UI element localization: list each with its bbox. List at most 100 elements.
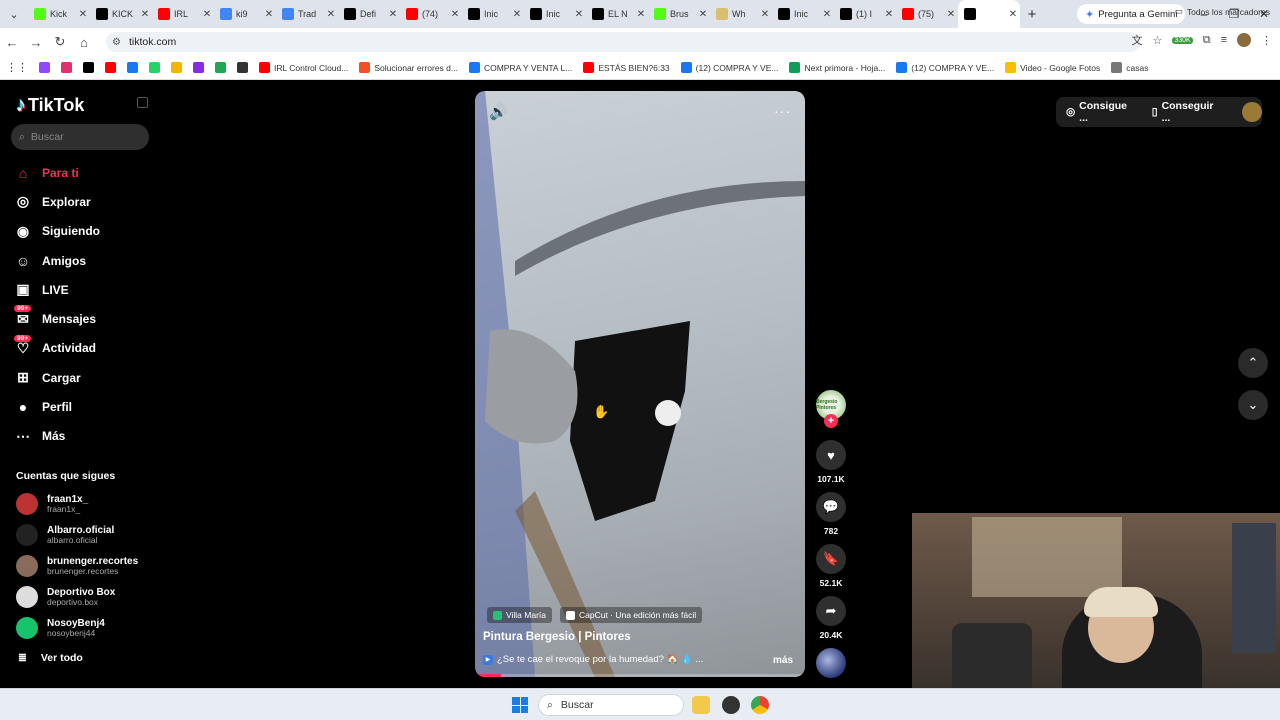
sidebar-item-activity[interactable]: ♡ 99+ Actividad: [14, 334, 154, 363]
bookmark-item[interactable]: (12) COMPRA Y VE...: [896, 62, 994, 73]
bookmark-star-icon[interactable]: ☆: [1152, 34, 1162, 47]
bookmark-item[interactable]: IRL Control Cloud...: [259, 62, 348, 73]
location-tag[interactable]: Villa María: [487, 607, 552, 623]
followed-account[interactable]: Albarro.oficial albarro.oficial: [16, 524, 114, 546]
extensions-icon[interactable]: ⧉: [1203, 34, 1211, 47]
close-tab-icon[interactable]: ✕: [138, 9, 152, 20]
close-tab-icon[interactable]: ✕: [696, 9, 710, 20]
bookmark-item[interactable]: [193, 62, 204, 73]
browser-tab[interactable]: Inic ✕: [462, 0, 524, 28]
followed-account[interactable]: brunenger.recortes brunenger.recortes: [16, 555, 138, 577]
sidebar-item-friends[interactable]: ☺ Amigos: [14, 246, 154, 275]
browser-tab[interactable]: Kick ✕: [28, 0, 90, 28]
bookmark-item[interactable]: [127, 62, 138, 73]
save-action[interactable]: 🔖 52.1K: [816, 544, 846, 588]
close-tab-icon[interactable]: ✕: [758, 9, 772, 20]
close-tab-icon[interactable]: ✕: [200, 9, 214, 20]
close-tab-icon[interactable]: ✕: [634, 9, 648, 20]
menu-icon[interactable]: ⋮: [1261, 34, 1272, 47]
sidebar-item-upload[interactable]: ⊞ Cargar: [14, 363, 154, 392]
home-button[interactable]: ⌂: [72, 35, 96, 50]
bookmark-item[interactable]: Next primora - Hoja...: [789, 62, 885, 73]
capcut-tag[interactable]: CapCut · Una edición más fácil: [560, 607, 703, 623]
browser-tab[interactable]: Defi ✕: [338, 0, 400, 28]
followed-account[interactable]: Deportivo Box deportivo.box: [16, 586, 115, 608]
bookmark-item[interactable]: [149, 62, 160, 73]
bookmark-item[interactable]: [237, 62, 248, 73]
reload-button[interactable]: ↻: [48, 34, 72, 50]
bookmark-item[interactable]: [171, 62, 182, 73]
browser-tab[interactable]: (1) I ✕: [834, 0, 896, 28]
sidebar-item-home[interactable]: ⌂ Para ti: [14, 158, 154, 187]
browser-tab[interactable]: Inic ✕: [772, 0, 834, 28]
share-icon[interactable]: ➦: [816, 596, 846, 626]
windows-start-icon[interactable]: [512, 697, 528, 713]
bookmark-item[interactable]: [61, 62, 72, 73]
tiktok-logo[interactable]: ♪ TikTok: [16, 94, 84, 117]
bookmark-item[interactable]: COMPRA Y VENTA L...: [468, 62, 572, 73]
close-tab-icon[interactable]: ✕: [572, 9, 586, 20]
volume-icon[interactable]: 🔊: [489, 103, 508, 121]
translate-icon[interactable]: 文: [1131, 32, 1142, 48]
user-avatar[interactable]: [1242, 102, 1262, 122]
previous-video-chevron-up-icon[interactable]: ⌃: [1238, 348, 1268, 378]
close-tab-icon[interactable]: ✕: [882, 9, 896, 20]
get-coins-button[interactable]: ◎ Consigue ...: [1066, 100, 1138, 124]
media-icon[interactable]: ≡: [1221, 34, 1227, 46]
browser-tab[interactable]: (75) ✕: [896, 0, 958, 28]
followed-account[interactable]: NosoyBenj4 nosoybenj44: [16, 617, 105, 639]
tab-search-dropdown-icon[interactable]: ⌄: [0, 8, 28, 21]
sidebar-item-profile[interactable]: ● Perfil: [14, 392, 154, 421]
obs-icon[interactable]: [722, 696, 740, 714]
browser-tab[interactable]: EL N ✕: [586, 0, 648, 28]
browser-tab[interactable]: (74) ✕: [400, 0, 462, 28]
more-options-icon[interactable]: ···: [774, 103, 791, 119]
video-player[interactable]: 🔊 ··· ✋ Villa María CapCut · Una edición …: [475, 91, 805, 677]
get-app-button[interactable]: ▯ Conseguir ...: [1152, 100, 1224, 124]
like-action[interactable]: ♥ 107.1K: [816, 440, 846, 484]
close-tab-icon[interactable]: ✕: [324, 9, 338, 20]
bookmark-item[interactable]: Video - Google Fotos: [1005, 62, 1100, 73]
browser-tab[interactable]: ki9 ✕: [214, 0, 276, 28]
bookmark-item[interactable]: [39, 62, 50, 73]
follow-plus-button[interactable]: +: [824, 414, 838, 428]
sidebar-item-following[interactable]: ◉ Siguiendo: [14, 217, 154, 246]
heart-icon[interactable]: ♥: [816, 440, 846, 470]
bookmark-item[interactable]: [105, 62, 116, 73]
sidebar-item-more[interactable]: ⋯ Más: [14, 422, 154, 451]
extension-badge[interactable]: 330K: [1172, 36, 1193, 44]
bookmark-item[interactable]: Solucionar errores d...: [359, 62, 458, 73]
chrome-icon[interactable]: [751, 696, 769, 714]
profile-avatar[interactable]: [1237, 33, 1251, 47]
ask-gemini-button[interactable]: ✦ Pregunta a Gemini: [1077, 4, 1186, 24]
browser-tab[interactable]: Trad ✕: [276, 0, 338, 28]
comment-action[interactable]: 💬 782: [816, 492, 846, 536]
file-explorer-icon[interactable]: [692, 696, 710, 714]
close-tab-icon[interactable]: ✕: [76, 9, 90, 20]
browser-tab[interactable]: KICK ✕: [90, 0, 152, 28]
sidebar-item-compass[interactable]: ◎ Explorar: [14, 187, 154, 216]
new-tab-button[interactable]: +: [1020, 6, 1044, 23]
sidebar-item-messages[interactable]: ✉ 99+ Mensajes: [14, 304, 154, 333]
site-info-icon[interactable]: ⚙: [112, 37, 121, 48]
music-disc-icon[interactable]: [816, 648, 846, 678]
video-progress-bar[interactable]: [475, 674, 805, 677]
forward-button[interactable]: →: [24, 35, 48, 50]
close-tab-icon[interactable]: ✕: [1006, 9, 1020, 20]
close-tab-icon[interactable]: ✕: [510, 9, 524, 20]
video-author[interactable]: Pintura Bergesio | Pintores: [483, 631, 631, 643]
comment-icon[interactable]: 💬: [816, 492, 846, 522]
bookmark-item[interactable]: [215, 62, 226, 73]
browser-tab[interactable]: Brus ✕: [648, 0, 710, 28]
all-bookmarks-button[interactable]: ▭ Todos los marcadores: [1175, 6, 1270, 17]
browser-tab[interactable]: ✕: [958, 0, 1020, 28]
apps-grid-icon[interactable]: ⋮⋮: [6, 61, 28, 74]
back-button[interactable]: ←: [0, 35, 24, 50]
see-all-button[interactable]: ≣ Ver todo: [18, 652, 83, 664]
close-tab-icon[interactable]: ✕: [262, 9, 276, 20]
bookmark-item[interactable]: casas: [1111, 62, 1148, 73]
close-tab-icon[interactable]: ✕: [944, 9, 958, 20]
browser-tab[interactable]: IRL ✕: [152, 0, 214, 28]
share-action[interactable]: ➦ 20.4K: [816, 596, 846, 640]
sidebar-item-live[interactable]: ▣ LIVE: [14, 275, 154, 304]
